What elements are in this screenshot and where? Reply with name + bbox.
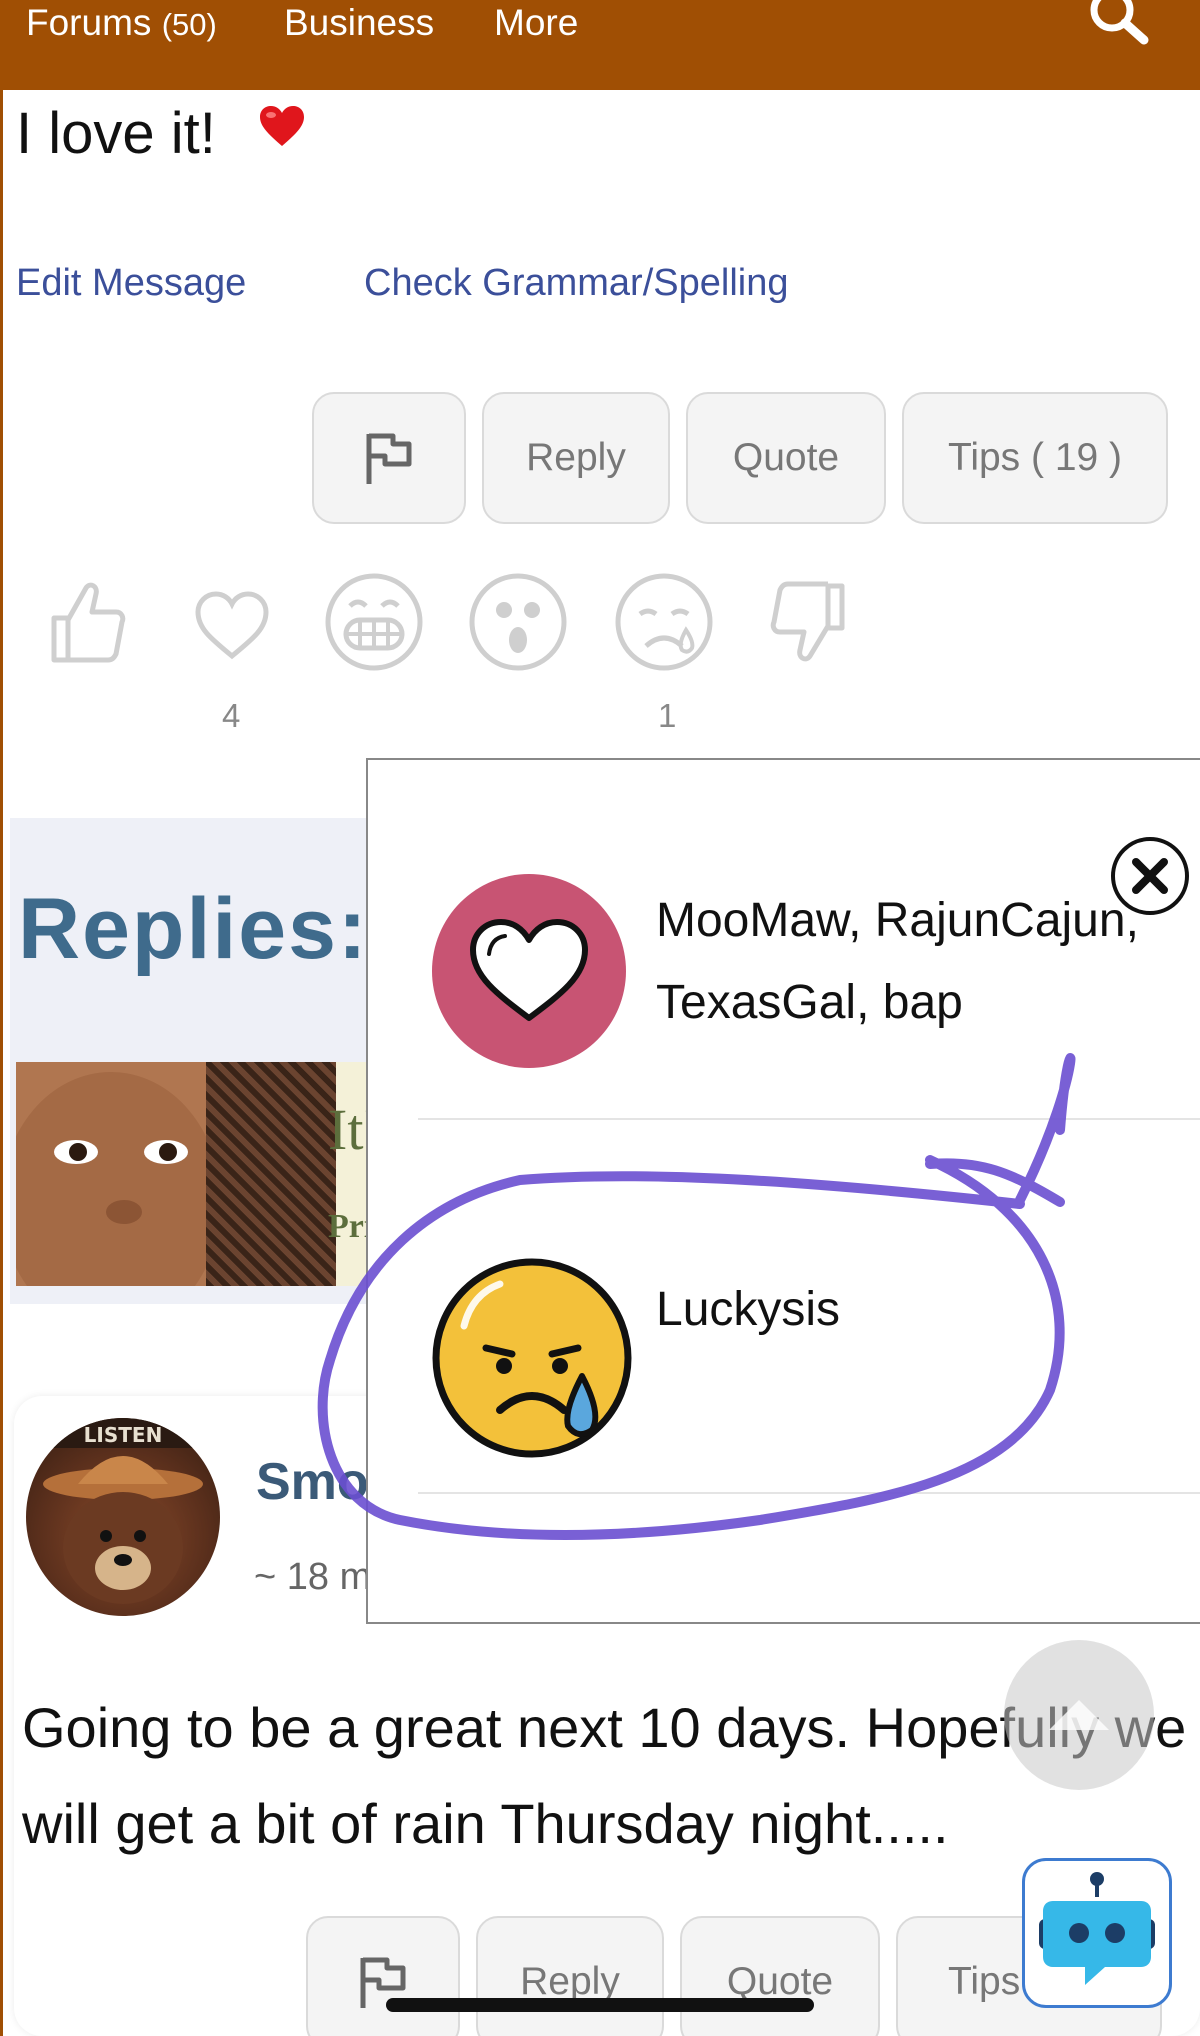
- edit-message-link[interactable]: Edit Message: [16, 262, 246, 305]
- red-heart-icon: [260, 106, 304, 146]
- sad-reaction[interactable]: [612, 570, 716, 674]
- chevron-up-icon: [1049, 1700, 1109, 1730]
- wow-reaction[interactable]: [466, 570, 570, 674]
- like-reaction[interactable]: [34, 570, 138, 674]
- heart-reactors: MooMaw, RajunCajun, TexasGal, bap: [656, 894, 1139, 1029]
- surprised-icon: [469, 573, 567, 671]
- tips-button[interactable]: Tips ( 19 ): [902, 392, 1168, 524]
- comment-quote-button[interactable]: Quote: [680, 1916, 880, 2036]
- sad-reaction-count: 1: [658, 697, 677, 734]
- commenter-name[interactable]: Smo: [256, 1452, 369, 1512]
- post-text: I love it!: [16, 101, 216, 166]
- flag-icon: [366, 433, 412, 484]
- heart-reaction-count: 4: [222, 697, 241, 734]
- comment-flag-button[interactable]: [306, 1916, 460, 2036]
- heart-outline-icon: [195, 591, 269, 660]
- robot-icon: [1039, 1872, 1155, 1985]
- hair-image: [206, 1062, 336, 1286]
- popup-divider: [418, 1118, 1200, 1120]
- nav-more[interactable]: More: [494, 0, 578, 46]
- heart-reaction-badge: [432, 874, 626, 1068]
- nav-business[interactable]: Business: [284, 0, 434, 46]
- comment-reply-button[interactable]: Reply: [476, 1916, 664, 2036]
- search-icon[interactable]: [1084, 0, 1154, 48]
- love-reaction[interactable]: [180, 570, 284, 674]
- quote-button[interactable]: Quote: [686, 392, 886, 524]
- white-heart-icon: [470, 919, 588, 1021]
- nav-forums-label: Forums: [26, 2, 152, 43]
- check-grammar-link[interactable]: Check Grammar/Spelling: [364, 262, 788, 305]
- laugh-reaction[interactable]: [322, 570, 426, 674]
- chatbot-button[interactable]: [1022, 1858, 1172, 2008]
- sad-crying-face-icon: [432, 1258, 632, 1458]
- comment-time: ~ 18 m: [254, 1556, 372, 1598]
- popup-divider: [418, 1492, 1200, 1494]
- thumbs-up-icon: [51, 582, 126, 663]
- home-indicator: [386, 1998, 814, 2012]
- svg-text:LISTEN: LISTEN: [84, 1423, 163, 1447]
- replies-title: Replies:: [18, 881, 369, 977]
- flag-button[interactable]: [312, 392, 466, 524]
- dislike-reaction[interactable]: [758, 570, 862, 674]
- grin-icon: [325, 573, 423, 671]
- top-nav: Forums (50) Business More: [0, 0, 1200, 90]
- thumbs-down-icon: [770, 581, 845, 662]
- sad-tear-icon: [615, 573, 713, 671]
- sad-reactor: Luckysis: [656, 1283, 841, 1336]
- nav-forums[interactable]: Forums (50): [26, 0, 217, 48]
- reply-button[interactable]: Reply: [482, 392, 670, 524]
- child-face-image: [16, 1062, 206, 1286]
- nav-forums-count: (50): [161, 7, 217, 42]
- ad-banner[interactable]: It' Pri: [16, 1062, 376, 1286]
- bear-avatar-image: LISTEN: [26, 1418, 220, 1604]
- avatar[interactable]: LISTEN: [26, 1418, 220, 1616]
- scroll-to-top-button[interactable]: [1004, 1640, 1154, 1790]
